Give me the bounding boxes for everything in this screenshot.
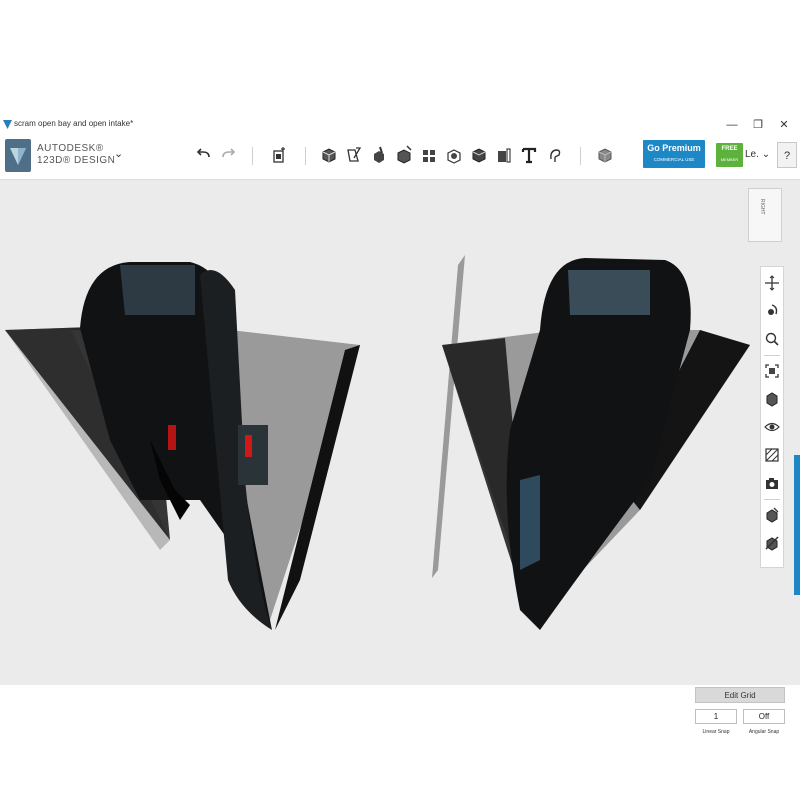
logo-icon bbox=[10, 148, 26, 165]
close-button[interactable]: ✕ bbox=[774, 117, 794, 133]
view-cube[interactable]: RIGHT bbox=[748, 188, 782, 242]
nav-divider bbox=[764, 499, 780, 500]
app-logo-icon bbox=[3, 120, 12, 129]
perspective-icon[interactable] bbox=[764, 391, 780, 407]
window-title: scram open bay and open intake* bbox=[14, 119, 134, 128]
3d-viewport[interactable]: RIGHT Edit Grid 1 Off Linear Snap Angula… bbox=[0, 180, 800, 735]
free-badge-label: FREE bbox=[721, 146, 738, 152]
toolbar-divider bbox=[252, 147, 253, 165]
chevron-down-icon: ⌄ bbox=[761, 149, 771, 160]
pattern-icon[interactable] bbox=[420, 145, 438, 165]
help-button[interactable]: ? bbox=[777, 142, 797, 168]
material-display-icon[interactable] bbox=[764, 447, 780, 463]
redo-icon[interactable] bbox=[219, 145, 237, 165]
visibility-icon[interactable] bbox=[764, 419, 780, 435]
material-icon[interactable] bbox=[596, 145, 614, 165]
combine-icon[interactable] bbox=[470, 145, 488, 165]
zoom-icon[interactable] bbox=[764, 331, 780, 347]
linear-snap-field[interactable]: 1 bbox=[695, 709, 737, 724]
model-canvas bbox=[5, 255, 750, 630]
undo-icon[interactable] bbox=[195, 145, 213, 165]
go-premium-sublabel: COMMERCIAL USE bbox=[653, 157, 695, 162]
fit-icon[interactable] bbox=[764, 363, 780, 379]
hide-icon[interactable] bbox=[764, 535, 780, 551]
edit-grid-button[interactable]: Edit Grid bbox=[695, 687, 785, 703]
orbit-icon[interactable] bbox=[764, 303, 780, 319]
go-premium-button[interactable]: Go Premium COMMERCIAL USE bbox=[643, 140, 705, 168]
linear-snap-label: Linear Snap bbox=[702, 729, 730, 735]
construct-icon[interactable] bbox=[370, 145, 388, 165]
primitives-icon[interactable] bbox=[320, 145, 338, 165]
camera-icon[interactable] bbox=[764, 475, 780, 491]
show-hide-icon[interactable] bbox=[764, 507, 780, 523]
app-logo bbox=[5, 139, 31, 172]
brand-company: AUTODESK® bbox=[37, 143, 104, 154]
measure-icon[interactable] bbox=[495, 145, 513, 165]
user-menu[interactable]: Le. ⌄ bbox=[745, 145, 773, 165]
free-member-badge[interactable]: FREE MEMBER bbox=[716, 143, 743, 167]
brand-product: 123D® DESIGN bbox=[37, 155, 116, 166]
reference-plane bbox=[432, 255, 465, 578]
grouping-icon[interactable] bbox=[445, 145, 463, 165]
view-cube-face: RIGHT bbox=[759, 199, 765, 215]
navigation-bar bbox=[760, 266, 784, 568]
minimize-button[interactable]: — bbox=[722, 117, 742, 133]
modify-icon[interactable] bbox=[395, 145, 413, 165]
free-badge-sublabel: MEMBER bbox=[720, 157, 739, 162]
go-premium-label: Go Premium bbox=[647, 143, 701, 153]
pan-icon[interactable] bbox=[764, 275, 780, 291]
toolbar-divider bbox=[305, 147, 306, 165]
panel-scroll-handle[interactable] bbox=[794, 455, 800, 595]
restore-button[interactable]: ❐ bbox=[748, 117, 768, 133]
transform-icon[interactable] bbox=[270, 145, 288, 165]
angular-snap-label: Angular Snap bbox=[748, 729, 780, 735]
app-window: scram open bay and open intake* — ❐ ✕ AU… bbox=[0, 115, 800, 735]
text-icon[interactable] bbox=[520, 145, 538, 165]
nav-divider bbox=[764, 355, 780, 356]
sketch-icon[interactable] bbox=[345, 145, 363, 165]
aircraft-model-left bbox=[5, 262, 360, 630]
chevron-down-icon[interactable]: ⌄ bbox=[114, 147, 123, 160]
title-bar: scram open bay and open intake* — ❐ ✕ bbox=[0, 115, 800, 135]
user-name: Le. bbox=[745, 149, 759, 160]
main-toolbar: AUTODESK® 123D® DESIGN ⌄ Go Premium COMM… bbox=[0, 135, 800, 180]
snap-icon[interactable] bbox=[546, 145, 564, 165]
angular-snap-field[interactable]: Off bbox=[743, 709, 785, 724]
aircraft-model-right bbox=[442, 258, 750, 630]
toolbar-divider bbox=[580, 147, 581, 165]
